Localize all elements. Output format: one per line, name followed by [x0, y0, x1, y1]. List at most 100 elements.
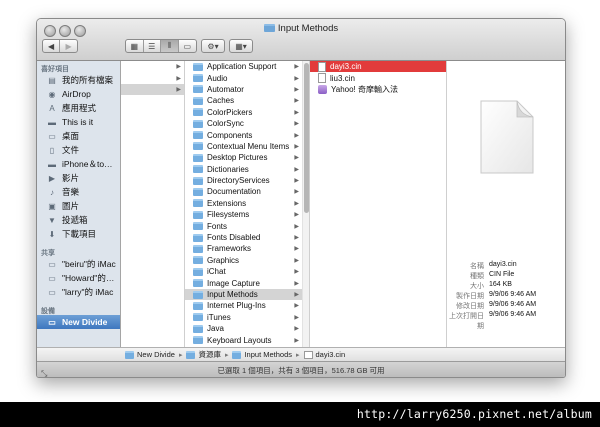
chevron-right-icon: ▸	[224, 351, 229, 359]
devices-header: 設備	[41, 308, 55, 315]
sidebar-item[interactable]: ▼ 投遞箱	[37, 213, 120, 227]
sidebar-item[interactable]: ▯ 文件	[37, 143, 120, 157]
sidebar-item[interactable]: ▭ New Divide	[37, 315, 120, 329]
list-view-button[interactable]: ☰	[144, 40, 161, 52]
path-segment[interactable]: New Divide	[137, 350, 175, 359]
list-item[interactable]: liu3.cin	[310, 72, 446, 84]
path-segment[interactable]: Input Methods	[244, 350, 292, 359]
list-item[interactable]: Internet Plug-Ins ▶	[185, 300, 309, 311]
chevron-right-icon: ▶	[294, 303, 299, 310]
path-segment[interactable]: 資源庫	[198, 349, 221, 360]
list-item[interactable]: Documentation ▶	[185, 186, 309, 197]
sidebar-item[interactable]: ▭ "larry"的 iMac	[37, 285, 120, 299]
back-button[interactable]: ◀	[43, 40, 61, 52]
back-forward-control: ◀ ▶	[42, 39, 78, 53]
forward-button[interactable]: ▶	[60, 40, 77, 52]
list-item[interactable]: Components ▶	[185, 129, 309, 140]
list-item[interactable]: ▶	[121, 72, 184, 83]
sidebar-item[interactable]: ◉ AirDrop	[37, 87, 120, 101]
sidebar-item[interactable]: ▤ 我的所有檔案	[37, 73, 120, 87]
chevron-right-icon: ▶	[294, 86, 299, 93]
sidebar-item[interactable]: ▭ "beiru"的 iMac	[37, 257, 120, 271]
list-item-label: liu3.cin	[330, 73, 355, 83]
list-item[interactable]: ColorPickers ▶	[185, 107, 309, 118]
list-item[interactable]: ▶	[121, 61, 184, 72]
arrange-menu-button[interactable]: ▦▾	[229, 39, 253, 53]
path-segment[interactable]: dayi3.cin	[316, 350, 346, 359]
column-view-button[interactable]: ⦀	[161, 40, 179, 52]
cover-flow-button[interactable]: ▭	[179, 40, 196, 52]
sidebar-item[interactable]: ⬇ 下載項目	[37, 227, 120, 241]
chevron-right-icon: ▶	[294, 235, 299, 242]
list-item[interactable]: ColorSync ▶	[185, 118, 309, 129]
sidebar-item[interactable]: ▬ iPhone＆to…	[37, 157, 120, 171]
folder-icon	[193, 187, 203, 196]
chevron-right-icon: ▶	[294, 292, 299, 298]
path-bar: New Divide ▸ 資源庫 ▸ Input Methods ▸ dayi3.cin	[37, 347, 565, 361]
info-row: 製作日期 9/9/06 9:46 AM	[447, 291, 565, 301]
sidebar-item[interactable]: ▣ 圖片	[37, 199, 120, 213]
sidebar-item[interactable]: ▶ 影片	[37, 171, 120, 185]
list-item[interactable]: Input Methods ▶	[185, 288, 309, 301]
sidebar-item[interactable]: ▬ This is it	[37, 115, 120, 129]
list-item[interactable]: Fonts Disabled ▶	[185, 232, 309, 243]
sidebar-item[interactable]: ▭ "Howard"的…	[37, 271, 120, 285]
resize-handle-icon[interactable]: ⤡	[41, 365, 47, 377]
list-item[interactable]: Desktop Pictures ▶	[185, 152, 309, 163]
list-item-label: iTunes	[207, 312, 231, 322]
list-item[interactable]: Fonts ▶	[185, 220, 309, 231]
title-bar: Input Methods ◀ ▶ ▦ ☰ ⦀ ▭ ⚙▾ ▦▾	[37, 19, 565, 61]
column-library[interactable]: Application Support ▶ Audio ▶ Automator ▶ Cach…	[185, 61, 310, 347]
list-item[interactable]: Java ▶	[185, 323, 309, 334]
chevron-right-icon: ▶	[294, 212, 299, 219]
list-item[interactable]: Contextual Menu Items ▶	[185, 141, 309, 152]
list-item[interactable]: Caches ▶	[185, 95, 309, 106]
list-item-label: Desktop Pictures	[207, 153, 268, 163]
list-item[interactable]: Yahoo! 奇摩輸入法	[310, 84, 446, 95]
list-item[interactable]: iTunes ▶	[185, 312, 309, 323]
list-item[interactable]: Dictionaries ▶	[185, 164, 309, 175]
chevron-right-icon: ▶	[294, 189, 299, 196]
chevron-right-icon: ▶	[294, 200, 299, 207]
list-item[interactable]: ▶	[121, 83, 184, 96]
list-item[interactable]: dayi3.cin	[310, 61, 446, 73]
sidebar-item-label: 應用程式	[62, 103, 97, 113]
folder-icon	[263, 24, 275, 32]
sidebar-item[interactable]: ▭ 桌面	[37, 129, 120, 143]
list-item[interactable]: Image Capture ▶	[185, 277, 309, 288]
list-item[interactable]: Application Support ▶	[185, 61, 309, 72]
action-menu-button[interactable]: ⚙▾	[201, 39, 225, 53]
devices-list: ▭ New Divide	[37, 315, 120, 329]
sidebar-item[interactable]: A 應用程式	[37, 101, 120, 115]
folder-icon	[193, 108, 203, 117]
movies-icon: ▶	[48, 173, 56, 183]
watermark-text: http://larry6250.pixnet.net/album	[356, 407, 592, 421]
list-item[interactable]: Graphics ▶	[185, 255, 309, 266]
folder-icon	[193, 176, 203, 185]
chevron-right-icon: ▶	[294, 223, 299, 230]
list-item[interactable]: Frameworks ▶	[185, 243, 309, 254]
icon-view-button[interactable]: ▦	[126, 40, 144, 52]
scroll-thumb[interactable]	[304, 63, 309, 213]
sidebar-item[interactable]: ♪ 音樂	[37, 185, 120, 199]
list-item[interactable]: iChat ▶	[185, 266, 309, 277]
list-item[interactable]: DirectoryServices ▶	[185, 175, 309, 186]
column-root[interactable]: ▶ ▶ ▶	[121, 61, 185, 347]
list-item[interactable]: Extensions ▶	[185, 198, 309, 209]
list-item-label: Internet Plug-Ins	[207, 301, 266, 311]
info-value: dayi3.cin	[489, 261, 517, 268]
imac-icon: ▭	[48, 259, 56, 269]
library-scrollbar[interactable]	[302, 61, 309, 347]
list-item[interactable]: Automator ▶	[185, 84, 309, 95]
list-item[interactable]: Keyboard Layouts ▶	[185, 334, 309, 345]
list-item-label: Filesystems	[207, 210, 250, 220]
back-arrow-icon: ◀	[47, 41, 55, 51]
chevron-right-icon: ▶	[294, 166, 299, 173]
list-item-label: dayi3.cin	[330, 62, 362, 72]
list-item[interactable]: Filesystems ▶	[185, 209, 309, 220]
folder-icon	[193, 324, 203, 333]
applications-icon: A	[49, 103, 55, 113]
list-item[interactable]: Audio ▶	[185, 72, 309, 83]
folder-icon	[186, 350, 196, 359]
column-input-methods[interactable]: dayi3.cin liu3.cin Yahoo! 奇摩輸入法	[310, 61, 447, 347]
